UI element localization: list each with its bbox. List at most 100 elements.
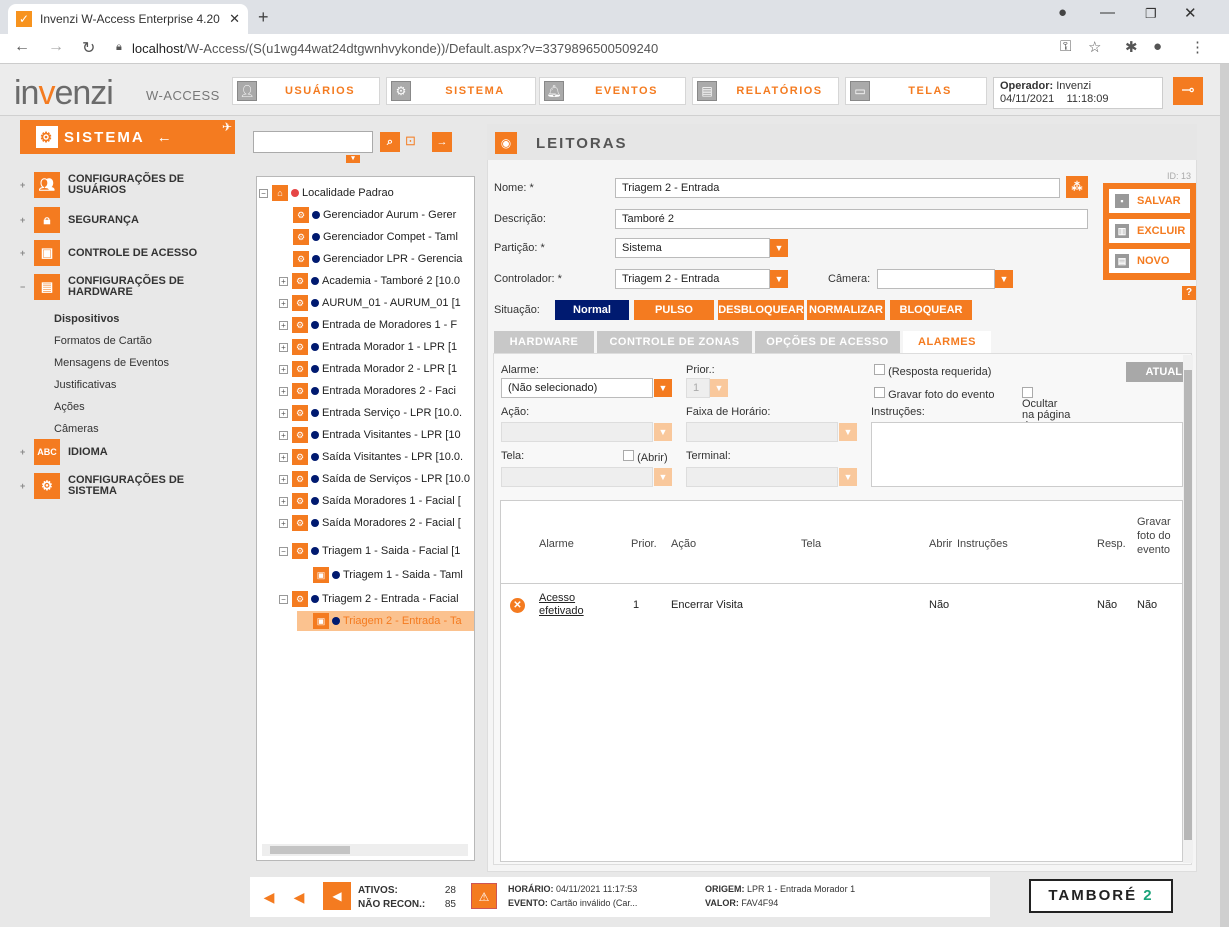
chevron-down-icon[interactable]: ▼ xyxy=(995,270,1013,288)
chevron-down-icon[interactable]: ▼ xyxy=(770,270,788,288)
tree-node[interactable]: + ⚙ Saída Visitantes - LPR [10.0. xyxy=(279,447,463,467)
grid-header[interactable]: Tela xyxy=(801,538,821,550)
sidebar-sub-formatos-cartao[interactable]: Formatos de Cartão xyxy=(54,335,152,347)
chevron-down-icon[interactable]: ▼ xyxy=(770,239,788,257)
descricao-field[interactable]: Tamboré 2 xyxy=(615,209,1088,229)
desbloquear-button[interactable]: DESBLOQUEAR xyxy=(718,300,804,320)
remove-row-icon[interactable]: ✕ xyxy=(510,598,525,613)
acao-select[interactable] xyxy=(501,422,653,442)
save-button[interactable]: ▪ SALVAR xyxy=(1109,189,1190,213)
grid-cell-alarme[interactable]: Acesso efetivado xyxy=(539,592,609,618)
sidebar-item-idioma[interactable]: + ABC IDIOMA xyxy=(20,439,108,465)
controlador-select[interactable]: Triagem 2 - Entrada xyxy=(615,269,770,289)
tab-hardware[interactable]: HARDWARE xyxy=(494,331,594,353)
normalizar-button[interactable]: NORMALIZAR xyxy=(807,300,885,320)
event-info[interactable]: HORÁRIO: 04/11/2021 11:17:53 EVENTO: Car… xyxy=(508,882,637,910)
tree-node[interactable]: + ⚙ Entrada de Moradores 1 - F xyxy=(279,315,457,335)
tree-picker-icon[interactable]: ⁂ xyxy=(1066,176,1088,198)
sidebar-item-seguranca[interactable]: + 🔒︎ SEGURANÇA xyxy=(20,207,139,233)
foto-checkbox[interactable]: Gravar foto do evento xyxy=(874,387,994,401)
sidebar-item-config-sistema[interactable]: + ⚙ CONFIGURAÇÕES DE SISTEMA xyxy=(20,473,184,499)
particao-select[interactable]: Sistema xyxy=(615,238,770,258)
chevron-down-icon[interactable]: ▼ xyxy=(839,468,857,486)
pulso-button[interactable]: PULSO xyxy=(634,300,714,320)
chevron-down-icon[interactable]: ▼ xyxy=(654,468,672,486)
new-tab-icon[interactable]: + xyxy=(258,7,269,28)
speaker-icon[interactable]: ◀ xyxy=(258,886,280,908)
sidebar-sub-acoes[interactable]: Ações xyxy=(54,401,85,413)
close-tab-icon[interactable]: ✕ xyxy=(229,11,240,27)
sidebar-sub-cameras[interactable]: Câmeras xyxy=(54,423,99,435)
tree-node[interactable]: + ⚙ Saída de Serviços - LPR [10.0 xyxy=(279,469,470,489)
terminal-select[interactable] xyxy=(686,467,838,487)
grid-header[interactable]: Alarme xyxy=(539,538,574,550)
tree-node[interactable]: + ⚙ Entrada Morador 2 - LPR [1 xyxy=(279,359,457,379)
pin-icon[interactable]: ✈ xyxy=(222,120,232,134)
tree-node[interactable]: ⚙ Gerenciador Compet - Taml xyxy=(293,227,458,247)
menu-relatorios[interactable]: ▤ RELATÓRIOS xyxy=(692,77,839,105)
collapse-arrow-icon[interactable]: ← xyxy=(157,129,174,146)
page-scrollbar[interactable] xyxy=(1220,64,1229,927)
abrir-checkbox[interactable]: (Abrir) xyxy=(623,450,668,464)
key-icon[interactable]: ⚿ xyxy=(1060,38,1071,55)
sidebar-sub-dispositivos[interactable]: Dispositivos xyxy=(54,313,119,325)
back-icon[interactable]: ← xyxy=(14,38,30,56)
tree-node-selected[interactable]: ▣ Triagem 2 - Entrada - Ta xyxy=(297,611,474,631)
chevron-down-icon[interactable]: ▼ xyxy=(654,379,672,397)
new-button[interactable]: ▤ NOVO xyxy=(1109,249,1190,273)
grid-header[interactable]: Abrir xyxy=(929,538,952,550)
tree-node[interactable]: + ⚙ Entrada Moradores 2 - Faci xyxy=(279,381,456,401)
tree-node[interactable]: + ⚙ Entrada Serviço - LPR [10.0. xyxy=(279,403,462,423)
go-arrow-button[interactable]: → xyxy=(432,132,452,152)
grid-header[interactable]: Ação xyxy=(671,538,696,550)
grid-header[interactable]: Prior. xyxy=(631,538,657,550)
tab-controle-zonas[interactable]: CONTROLE DE ZONAS xyxy=(597,331,752,353)
forward-icon[interactable]: → xyxy=(48,38,64,56)
tab-opcoes-acesso[interactable]: OPÇÕES DE ACESSO xyxy=(755,331,900,353)
sidebar-sub-mensagens-eventos[interactable]: Mensagens de Eventos xyxy=(54,357,169,369)
reload-icon[interactable]: ↻ xyxy=(82,38,95,58)
tree-root[interactable]: − ⌂ Localidade Padrao xyxy=(259,183,394,203)
menu-sistema[interactable]: ⚙ SISTEMA xyxy=(386,77,536,105)
grid-header[interactable]: Gravar foto do evento xyxy=(1137,515,1177,557)
profile-icon[interactable]: ● xyxy=(1058,4,1067,21)
bloquear-button[interactable]: BLOQUEAR xyxy=(890,300,972,320)
restore-icon[interactable]: ❐ xyxy=(1145,6,1157,22)
star-icon[interactable]: ☆ xyxy=(1088,38,1101,56)
mute-icon[interactable]: ◀ xyxy=(288,886,310,908)
delete-button[interactable]: ▥ EXCLUIR xyxy=(1109,219,1190,243)
resposta-checkbox[interactable]: (Resposta requerida) xyxy=(874,364,991,378)
chevron-down-icon[interactable]: ▼ xyxy=(839,423,857,441)
tree-hscrollbar[interactable] xyxy=(262,844,468,856)
tree-node[interactable]: + ⚙ Entrada Visitantes - LPR [10 xyxy=(279,425,461,445)
chevron-down-icon[interactable]: ▼ xyxy=(654,423,672,441)
tree-node[interactable]: + ⚙ Academia - Tamboré 2 [10.0 xyxy=(279,271,460,291)
warning-icon[interactable]: ⚠ xyxy=(471,883,497,909)
alarm-sound-icon[interactable]: ◀ xyxy=(323,882,351,910)
expand-search-icon[interactable]: ▾ xyxy=(346,155,360,163)
nome-field[interactable]: Triagem 2 - Entrada xyxy=(615,178,1060,198)
filter-icon[interactable]: ⊡ xyxy=(405,133,416,149)
close-window-icon[interactable]: ✕ xyxy=(1184,4,1197,22)
tree-node[interactable]: ⚙ Gerenciador Aurum - Gerer xyxy=(293,205,456,225)
tree-node[interactable]: + ⚙ AURUM_01 - AURUM_01 [1 xyxy=(279,293,461,313)
search-button[interactable]: ⌕ xyxy=(380,132,400,152)
tree-node[interactable]: − ⚙ Triagem 1 - Saida - Facial [1 xyxy=(279,541,460,561)
camera-select[interactable] xyxy=(877,269,995,289)
tree-node[interactable]: + ⚙ Saída Moradores 2 - Facial [ xyxy=(279,513,461,533)
help-button[interactable]: ? xyxy=(1182,286,1196,300)
tab-alarmes[interactable]: ALARMES xyxy=(903,331,991,353)
minimize-icon[interactable]: — xyxy=(1100,4,1115,21)
alarme-select[interactable]: (Não selecionado) xyxy=(501,378,653,398)
prior-select[interactable]: 1 xyxy=(686,378,710,398)
account-icon[interactable]: ● xyxy=(1153,38,1162,55)
extensions-icon[interactable]: ✱ xyxy=(1125,38,1138,56)
atualizar-button[interactable]: ATUAL xyxy=(1126,362,1184,382)
menu-usuarios[interactable]: 👤︎ USUÁRIOS xyxy=(232,77,380,105)
chevron-down-icon[interactable]: ▼ xyxy=(710,379,728,397)
browser-tab[interactable]: ✓ Invenzi W-Access Enterprise 4.20 ✕ xyxy=(8,4,248,34)
grid-header[interactable]: Resp. xyxy=(1097,538,1126,550)
instrucoes-textarea[interactable] xyxy=(871,422,1183,487)
tela-select[interactable] xyxy=(501,467,653,487)
tree-search-input[interactable] xyxy=(253,131,373,153)
